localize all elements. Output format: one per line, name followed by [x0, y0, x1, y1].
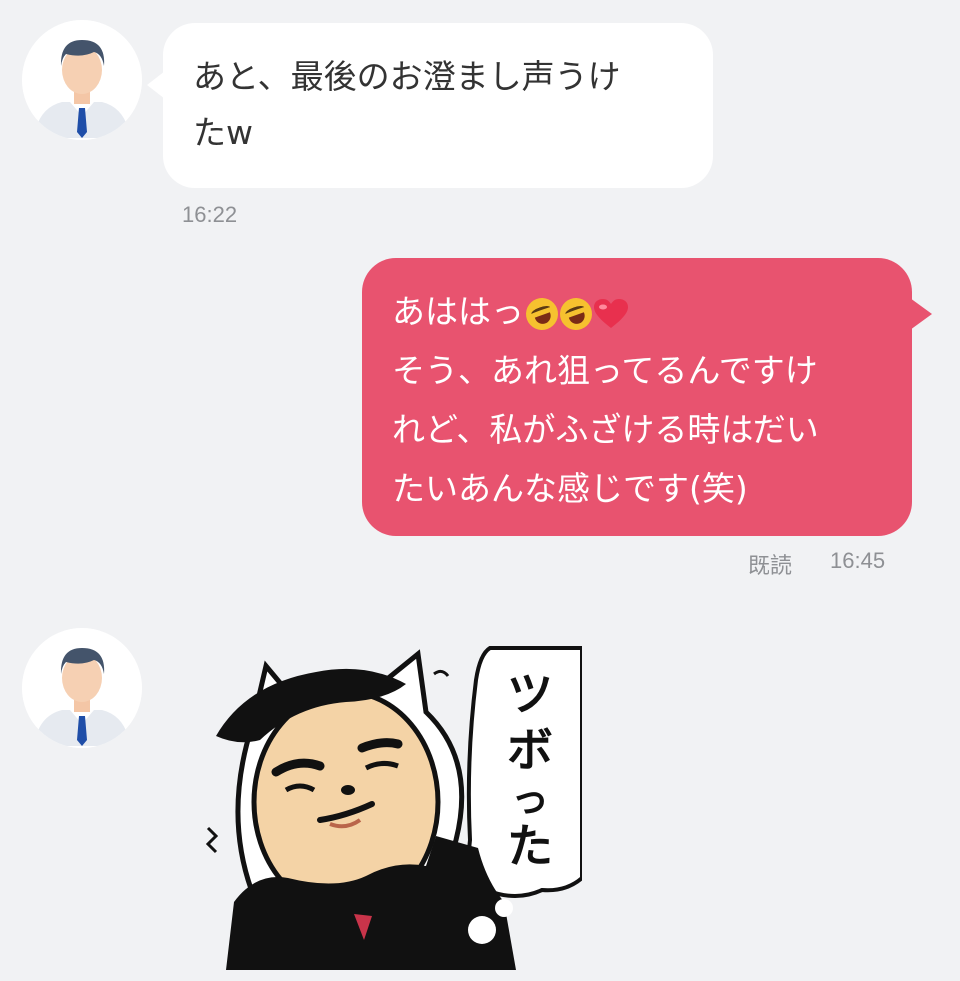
message-timestamp: 16:45	[830, 548, 886, 573]
sticker-image[interactable]: ツ ボ っ た	[186, 640, 584, 970]
message-text-line: そう、あれ狙ってるんですけ	[392, 351, 818, 390]
sticker-text: ツ	[507, 667, 553, 721]
bubble-tail	[910, 298, 932, 330]
message-timestamp: 16:22	[182, 202, 238, 227]
contact-avatar[interactable]	[22, 628, 142, 748]
message-text-line: れど、私がふざける時はだい	[392, 410, 819, 449]
person-avatar-icon	[22, 20, 142, 140]
message-text-line: たいあんな感じです(笑)	[392, 469, 748, 508]
message-text-line: あと、最後のお澄まし声うけ	[193, 57, 621, 96]
red-heart-icon	[594, 298, 628, 328]
bubble-tail	[147, 71, 165, 99]
sticker-character-icon: ツ ボ っ た	[205, 646, 584, 970]
outgoing-message-bubble[interactable]: あははっ そう、あれ狙ってるんですけ れど、私がふざける時はだい たいあんな感じ…	[362, 258, 932, 536]
message-text-line: たw	[193, 113, 253, 152]
person-avatar-icon	[22, 628, 142, 748]
read-receipt: 既読	[748, 553, 793, 578]
emoji-group	[521, 292, 628, 335]
message-text: あははっ	[392, 292, 524, 331]
svg-text:た: た	[507, 819, 553, 873]
message-text-line: あははっ	[392, 282, 882, 341]
contact-avatar[interactable]	[22, 20, 142, 140]
rolling-on-floor-laughing-icon	[521, 292, 563, 335]
incoming-message-bubble[interactable]: あと、最後のお澄まし声うけ たw	[147, 23, 713, 188]
svg-text:ボ: ボ	[507, 723, 553, 777]
svg-text:っ: っ	[511, 777, 549, 821]
rolling-on-floor-laughing-icon	[555, 292, 597, 335]
